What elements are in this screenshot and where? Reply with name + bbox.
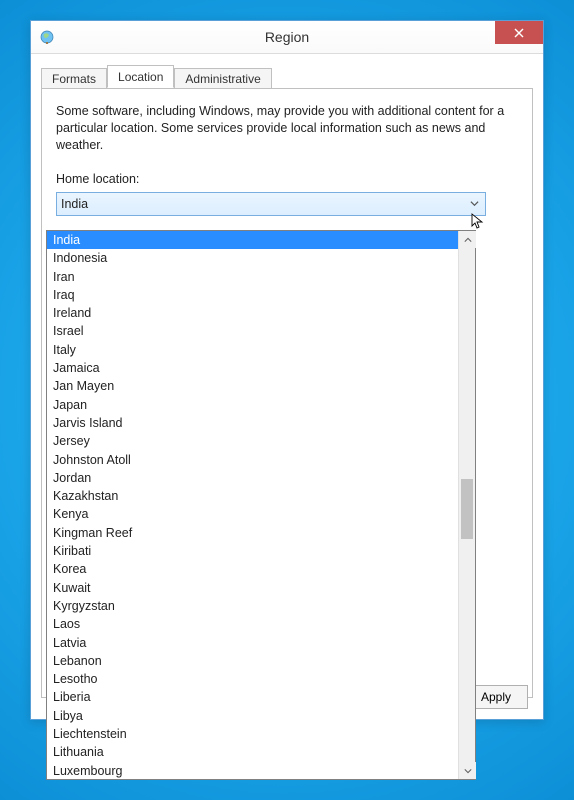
dropdown-item[interactable]: Liberia bbox=[47, 688, 458, 706]
chevron-up-icon bbox=[464, 236, 472, 244]
dropdown-item[interactable]: Libya bbox=[47, 707, 458, 725]
tab-administrative[interactable]: Administrative bbox=[174, 68, 271, 89]
chevron-down-icon bbox=[466, 194, 483, 214]
close-icon bbox=[514, 28, 524, 38]
dropdown-item[interactable]: Ireland bbox=[47, 304, 458, 322]
dropdown-item[interactable]: Kyrgyzstan bbox=[47, 597, 458, 615]
dropdown-item[interactable]: India bbox=[47, 231, 458, 249]
dropdown-item[interactable]: Johnston Atoll bbox=[47, 451, 458, 469]
dropdown-item[interactable]: Japan bbox=[47, 396, 458, 414]
dropdown-item[interactable]: Lebanon bbox=[47, 652, 458, 670]
dropdown-item[interactable]: Latvia bbox=[47, 634, 458, 652]
tabstrip: Formats Location Administrative bbox=[41, 64, 533, 88]
dropdown-item[interactable]: Jordan bbox=[47, 469, 458, 487]
dropdown-item[interactable]: Indonesia bbox=[47, 249, 458, 267]
scroll-down-button[interactable] bbox=[459, 762, 476, 779]
dropdown-item[interactable]: Kazakhstan bbox=[47, 487, 458, 505]
chevron-down-icon bbox=[464, 767, 472, 775]
titlebar: Region bbox=[31, 21, 543, 54]
dropdown-item[interactable]: Liechtenstein bbox=[47, 725, 458, 743]
tab-location[interactable]: Location bbox=[107, 65, 174, 88]
window-title: Region bbox=[31, 29, 543, 45]
dropdown-item[interactable]: Lithuania bbox=[47, 743, 458, 761]
dropdown-item[interactable]: Italy bbox=[47, 341, 458, 359]
dropdown-item[interactable]: Kingman Reef bbox=[47, 524, 458, 542]
mouse-cursor-icon bbox=[471, 213, 485, 236]
tab-formats[interactable]: Formats bbox=[41, 68, 107, 89]
dropdown-item[interactable]: Kiribati bbox=[47, 542, 458, 560]
dropdown-item[interactable]: Jan Mayen bbox=[47, 377, 458, 395]
dropdown-item[interactable]: Luxembourg bbox=[47, 762, 458, 779]
home-location-label: Home location: bbox=[56, 172, 518, 186]
dropdown-item[interactable]: Israel bbox=[47, 322, 458, 340]
dropdown-item[interactable]: Korea bbox=[47, 560, 458, 578]
dropdown-item[interactable]: Lesotho bbox=[47, 670, 458, 688]
dropdown-item[interactable]: Jarvis Island bbox=[47, 414, 458, 432]
scroll-thumb[interactable] bbox=[461, 479, 473, 539]
dropdown-item[interactable]: Kuwait bbox=[47, 579, 458, 597]
home-location-combobox[interactable]: India bbox=[56, 192, 486, 216]
home-location-dropdown: IndiaIndonesiaIranIraqIrelandIsraelItaly… bbox=[46, 230, 476, 780]
dropdown-item[interactable]: Iraq bbox=[47, 286, 458, 304]
dropdown-item[interactable]: Laos bbox=[47, 615, 458, 633]
scrollbar bbox=[458, 231, 475, 779]
dropdown-item[interactable]: Jamaica bbox=[47, 359, 458, 377]
dropdown-items: IndiaIndonesiaIranIraqIrelandIsraelItaly… bbox=[47, 231, 458, 779]
scroll-track[interactable] bbox=[459, 248, 475, 762]
dropdown-item[interactable]: Jersey bbox=[47, 432, 458, 450]
combobox-value: India bbox=[61, 197, 88, 211]
dropdown-item[interactable]: Kenya bbox=[47, 505, 458, 523]
close-button[interactable] bbox=[495, 21, 543, 44]
dropdown-item[interactable]: Iran bbox=[47, 268, 458, 286]
panel-description: Some software, including Windows, may pr… bbox=[56, 103, 518, 154]
